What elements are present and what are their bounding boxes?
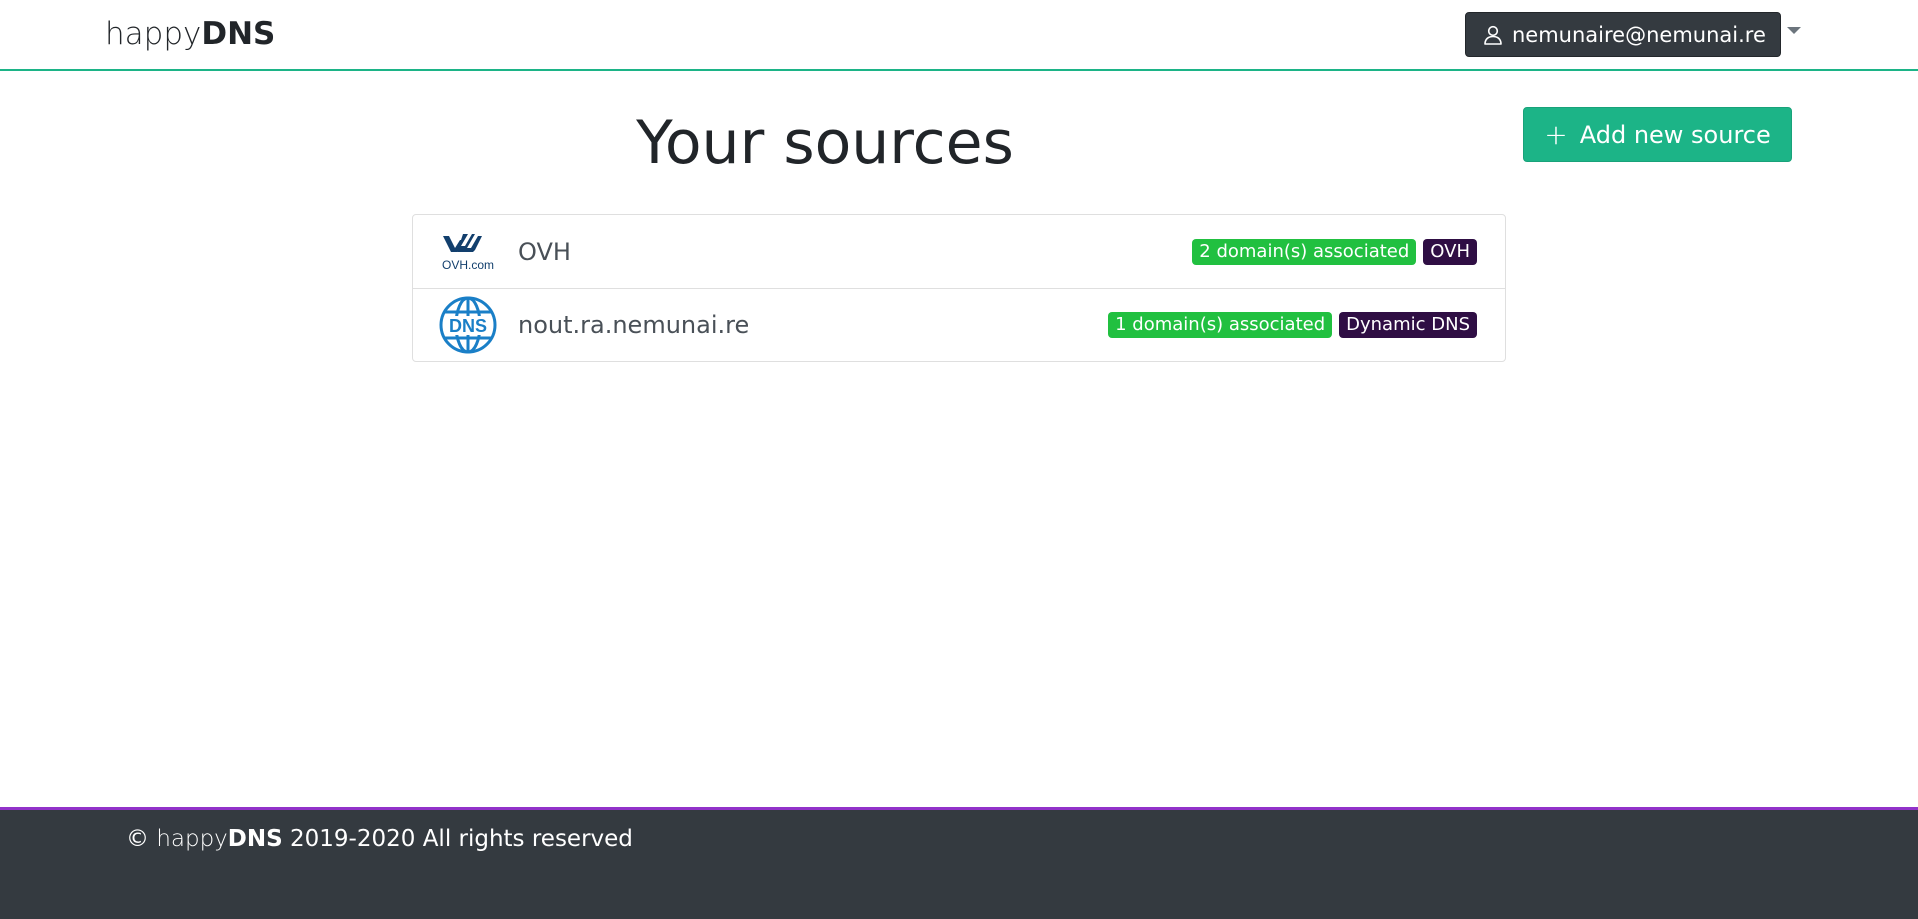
source-list: OVH.com OVH 2 domain(s) associated OVH D…: [412, 214, 1506, 362]
user-account-button[interactable]: nemunaire@nemunai.re: [1465, 12, 1781, 57]
footer-brand-bold: DNS: [227, 826, 283, 852]
add-new-source-button[interactable]: + Add new source: [1523, 107, 1792, 162]
footer-copyright: © happyDNS 2019-2020 All rights reserved: [126, 826, 633, 852]
footer-brand-light: happy: [156, 826, 228, 852]
domains-associated-badge: 1 domain(s) associated: [1108, 312, 1333, 338]
plus-icon: +: [1544, 117, 1568, 151]
person-icon: [1482, 24, 1504, 46]
footer: © happyDNS 2019-2020 All rights reserved: [0, 807, 1918, 919]
source-item-ovh[interactable]: OVH.com OVH 2 domain(s) associated OVH: [413, 215, 1505, 288]
source-name: nout.ra.nemunai.re: [518, 311, 750, 339]
source-item-dynamic-dns[interactable]: DNS nout.ra.nemunai.re 1 domain(s) assoc…: [413, 288, 1505, 361]
dns-globe-icon: DNS: [437, 294, 499, 356]
source-name: OVH: [518, 237, 571, 266]
brand-bold: DNS: [201, 16, 276, 52]
svg-text:DNS: DNS: [449, 316, 487, 336]
domains-associated-badge: 2 domain(s) associated: [1192, 238, 1417, 265]
provider-badge: Dynamic DNS: [1339, 312, 1477, 338]
footer-rights: 2019-2020 All rights reserved: [290, 826, 633, 852]
user-menu: nemunaire@nemunai.re: [1465, 12, 1781, 57]
user-email: nemunaire@nemunai.re: [1512, 22, 1766, 47]
copyright-symbol: ©: [126, 826, 149, 852]
top-navbar: happyDNS nemunaire@nemunai.re: [0, 0, 1918, 71]
ovh-logo: OVH.com: [437, 221, 499, 283]
provider-badge: OVH: [1423, 238, 1477, 265]
source-badges: 1 domain(s) associated Dynamic DNS: [1108, 312, 1477, 338]
source-badges: 2 domain(s) associated OVH: [1192, 238, 1477, 265]
caret-down-icon[interactable]: [1787, 27, 1801, 34]
add-new-source-label: Add new source: [1579, 120, 1771, 149]
svg-text:OVH.com: OVH.com: [442, 258, 494, 272]
brand-logo[interactable]: happyDNS: [105, 14, 275, 54]
brand-light: happy: [105, 16, 202, 52]
page-title: Your sources: [636, 108, 1014, 178]
